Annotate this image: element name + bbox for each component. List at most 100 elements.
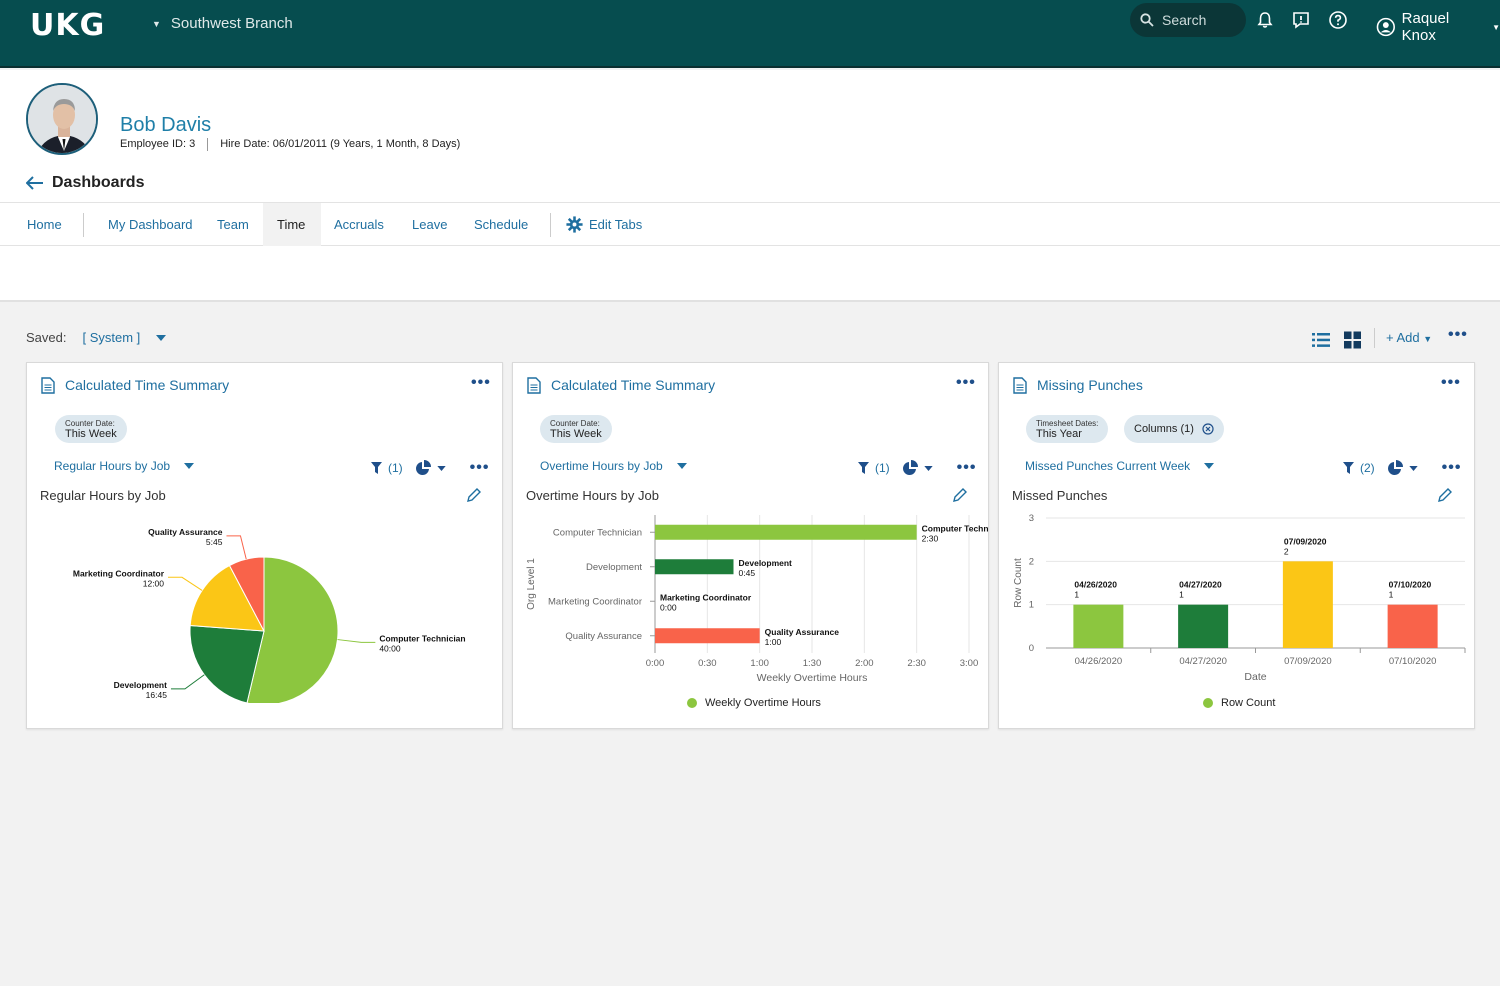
avatar xyxy=(26,83,98,155)
caret-down-icon: ▼ xyxy=(1423,334,1433,344)
chart-selector-label: Overtime Hours by Job xyxy=(540,459,663,473)
tab-time[interactable]: Time xyxy=(263,203,321,246)
pie-value-label: 12:00 xyxy=(143,578,165,588)
chart-selector[interactable]: Missed Punches Current Week xyxy=(1025,459,1215,473)
x-tick-label: 1:30 xyxy=(803,658,822,669)
edit-pencil-icon[interactable] xyxy=(953,488,967,502)
edit-pencil-icon[interactable] xyxy=(467,488,481,502)
tab-schedule[interactable]: Schedule xyxy=(460,203,542,246)
filter-icon[interactable] xyxy=(858,462,869,474)
chart-selector[interactable]: Overtime Hours by Job xyxy=(540,459,687,473)
employee-header: Bob Davis Employee ID: 3 Hire Date: 06/0… xyxy=(0,70,1500,202)
more-options-icon[interactable]: ••• xyxy=(1448,326,1468,344)
add-widget-button[interactable]: + Add ▼ xyxy=(1386,330,1432,345)
more-options-icon[interactable]: ••• xyxy=(1442,459,1462,477)
more-options-icon[interactable]: ••• xyxy=(956,374,976,392)
more-options-icon[interactable]: ••• xyxy=(957,459,977,477)
card-title: Calculated Time Summary xyxy=(551,377,716,393)
pie-category-label: Development xyxy=(114,680,168,690)
caret-down-icon[interactable] xyxy=(437,465,446,471)
y-axis-label: Row Count xyxy=(1013,558,1024,608)
y-tick-label: Quality Assurance xyxy=(565,631,642,642)
help-icon[interactable] xyxy=(1328,10,1348,30)
chart-selector[interactable]: Regular Hours by Job xyxy=(54,459,195,473)
back-to-dashboards[interactable]: Dashboards xyxy=(26,174,144,192)
x-tick-label: 2:00 xyxy=(855,658,874,669)
caret-down-icon[interactable] xyxy=(924,465,933,471)
x-tick-label: 2:30 xyxy=(907,658,926,669)
grid-view-icon[interactable] xyxy=(1344,329,1361,351)
bar-07-09-2020 xyxy=(1282,561,1333,648)
chart-controls: (1) ••• xyxy=(858,459,976,477)
pie-chart-icon[interactable] xyxy=(902,460,918,476)
caret-down-icon[interactable] xyxy=(156,334,167,341)
edit-pencil-icon[interactable] xyxy=(1438,488,1452,502)
x-tick-label: 0:00 xyxy=(646,658,665,669)
chip-value: This Year xyxy=(1036,428,1082,440)
bar-04-26-2020 xyxy=(1073,604,1124,648)
employee-id: Employee ID: 3 xyxy=(120,138,196,150)
filter-count: (1) xyxy=(388,461,403,475)
pie-chart-icon[interactable] xyxy=(415,460,431,476)
card-title: Missing Punches xyxy=(1037,377,1143,393)
x-tick-label: 0:30 xyxy=(698,658,717,669)
saved-view-select[interactable]: [ System ] xyxy=(82,330,140,345)
filter-chip-counter-date[interactable]: Counter Date: This Week xyxy=(540,415,612,443)
arrow-left-icon xyxy=(26,176,43,190)
bar-value-label: 1 xyxy=(1389,590,1394,600)
list-view-icon[interactable] xyxy=(1312,329,1330,351)
card-title: Calculated Time Summary xyxy=(65,377,230,393)
content-spacer xyxy=(0,246,1500,302)
search-icon xyxy=(1140,13,1154,27)
filter-icon[interactable] xyxy=(1343,462,1354,474)
user-menu[interactable]: Raquel Knox ▼ xyxy=(1376,10,1500,44)
caret-down-icon[interactable] xyxy=(1409,465,1418,471)
more-options-icon[interactable]: ••• xyxy=(471,374,491,392)
ukg-logo[interactable]: UKG xyxy=(30,8,105,43)
tab-leave[interactable]: Leave xyxy=(398,203,461,246)
close-circle-icon[interactable] xyxy=(1202,423,1214,435)
document-icon xyxy=(527,377,541,394)
legend-label: Weekly Overtime Hours xyxy=(705,697,821,709)
search-button[interactable]: Search xyxy=(1130,3,1246,37)
pie-chart-icon[interactable] xyxy=(1387,460,1403,476)
more-options-icon[interactable]: ••• xyxy=(470,459,490,477)
filter-icon[interactable] xyxy=(371,462,382,474)
tab-my-dashboard[interactable]: My Dashboard xyxy=(94,203,207,246)
pie-chart: Computer Technician40:00 Development16:45… xyxy=(73,527,466,703)
bar-value-label: 1 xyxy=(1074,590,1079,600)
chart-subtitle: Missed Punches xyxy=(1012,488,1108,503)
legend-label: Row Count xyxy=(1221,697,1276,709)
tab-home[interactable]: Home xyxy=(13,203,76,246)
branch-selector[interactable]: ▼ Southwest Branch xyxy=(152,15,293,32)
filter-chip-columns[interactable]: Columns (1) xyxy=(1124,415,1224,443)
filter-chip-timesheet-dates[interactable]: Timesheet Dates: This Year xyxy=(1026,415,1109,443)
tab-team[interactable]: Team xyxy=(203,203,263,246)
y-tick-label: 2 xyxy=(1029,556,1034,567)
y-tick-label: 3 xyxy=(1029,513,1034,524)
saved-label: Saved: xyxy=(26,330,67,345)
filter-chip-counter-date[interactable]: Counter Date: This Week xyxy=(55,415,127,443)
chart-legend[interactable]: Row Count xyxy=(1203,697,1275,709)
pie-leader-line xyxy=(170,674,205,690)
vertical-bar-chart: 012304/26/2020104/26/202004/27/2020104/2… xyxy=(1013,513,1466,683)
bar-category-label: 07/09/2020 xyxy=(1284,536,1327,546)
more-options-icon[interactable]: ••• xyxy=(1441,374,1461,392)
chart-subtitle: Overtime Hours by Job xyxy=(526,488,659,503)
tab-accruals[interactable]: Accruals xyxy=(320,203,398,246)
filter-count: (1) xyxy=(875,461,890,475)
chart-legend[interactable]: Weekly Overtime Hours xyxy=(687,697,821,709)
chart-selector-label: Missed Punches Current Week xyxy=(1025,459,1191,473)
divider xyxy=(550,213,551,237)
x-tick-label: 07/10/2020 xyxy=(1389,656,1437,667)
bar-value-label: 0:45 xyxy=(739,568,756,578)
user-name: Raquel Knox xyxy=(1401,10,1450,44)
edit-tabs-button[interactable]: Edit Tabs xyxy=(566,203,656,246)
legend-swatch xyxy=(687,698,697,708)
caret-down-icon: ▼ xyxy=(1492,22,1500,32)
chip-label: Counter Date: xyxy=(65,419,115,428)
chart-controls: (2) ••• xyxy=(1343,459,1461,477)
bar-computer-technician xyxy=(655,524,917,540)
message-alert-icon[interactable] xyxy=(1291,10,1311,30)
bell-icon[interactable] xyxy=(1255,10,1275,30)
